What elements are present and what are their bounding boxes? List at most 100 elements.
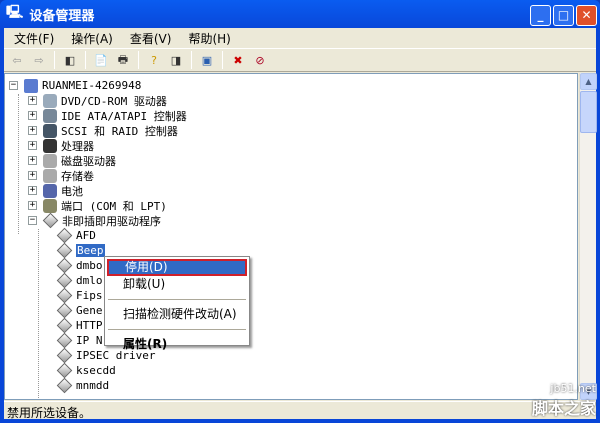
device-category-icon	[43, 108, 57, 123]
driver-icon	[56, 332, 73, 349]
device-category-icon	[43, 183, 57, 198]
expand-icon[interactable]: +	[28, 201, 37, 210]
driver-icon	[56, 272, 73, 289]
disable-icon[interactable]: ⊘	[251, 52, 269, 68]
vertical-scrollbar[interactable]: ▲ ▼	[579, 73, 597, 400]
expand-icon[interactable]: +	[28, 111, 37, 120]
tree-category[interactable]: + SCSI 和 RAID 控制器	[28, 123, 178, 138]
driver-icon	[56, 257, 73, 274]
properties-icon[interactable]: 📄	[92, 52, 110, 68]
tree-category[interactable]: + IDE ATA/ATAPI 控制器	[28, 108, 187, 123]
driver-icon	[56, 302, 73, 319]
tree-device[interactable]: HTTP	[56, 317, 103, 334]
scan-hardware-icon[interactable]: ▣	[198, 52, 216, 68]
driver-icon	[56, 317, 73, 334]
expand-icon[interactable]: +	[28, 96, 37, 105]
menu-file[interactable]: 文件(F)	[8, 30, 65, 47]
uninstall-icon[interactable]: ✖	[229, 52, 247, 68]
driver-icon	[56, 347, 73, 364]
expand-icon[interactable]: +	[28, 171, 37, 180]
collapse-icon[interactable]: −	[9, 81, 18, 90]
tree-device-label: ksecdd	[76, 364, 116, 377]
expand-icon[interactable]: +	[28, 126, 37, 135]
tree-category[interactable]: + 电池	[28, 183, 83, 198]
device-manager-window: 🖳 设备管理器 _ □ ✕ 文件(F) 操作(A) 查看(V) 帮助(H) ⇦ …	[0, 0, 600, 423]
menu-view[interactable]: 查看(V)	[124, 30, 183, 47]
tree-device[interactable]: ksecdd	[56, 362, 116, 379]
device-category-icon	[43, 198, 57, 213]
menu-item-scan-hardware[interactable]: 扫描检测硬件改动(A)	[107, 306, 247, 323]
tree-device[interactable]: AFD	[56, 227, 96, 244]
console-icon[interactable]: ◨	[167, 52, 185, 68]
tree-category[interactable]: + 存储卷	[28, 168, 94, 183]
tree-device-label: Beep	[76, 244, 105, 257]
tree-category[interactable]: + 处理器	[28, 138, 94, 153]
driver-icon	[56, 242, 73, 259]
tree-device-label: dmbo	[76, 259, 103, 272]
tree-category-label: 电池	[61, 184, 83, 198]
tree-root[interactable]: − RUANMEI-4269948	[9, 78, 141, 93]
menu-help[interactable]: 帮助(H)	[182, 30, 241, 47]
expand-icon[interactable]: +	[28, 186, 37, 195]
tree-category-label: IDE ATA/ATAPI 控制器	[61, 109, 187, 123]
driver-icon	[56, 227, 73, 244]
tree-device[interactable]: Beep	[56, 242, 105, 259]
tree-category-label: 磁盘驱动器	[61, 154, 116, 168]
tree-category-label: 处理器	[61, 139, 94, 153]
watermark-site: jb51.net	[550, 382, 596, 395]
minimize-button[interactable]: _	[530, 5, 551, 26]
tree-category[interactable]: + 磁盘驱动器	[28, 153, 116, 168]
tree-device-label: dmlo	[76, 274, 103, 287]
menu-action[interactable]: 操作(A)	[65, 30, 124, 47]
tree-root-label: RUANMEI-4269948	[42, 79, 142, 92]
collapse-icon[interactable]: −	[28, 216, 37, 225]
scroll-up-button[interactable]: ▲	[580, 73, 597, 90]
forward-icon[interactable]: ⇨	[30, 52, 48, 68]
tree-category-label: SCSI 和 RAID 控制器	[61, 124, 178, 138]
driver-icon	[56, 362, 73, 379]
tree-category[interactable]: + 端口 (COM 和 LPT)	[28, 198, 167, 213]
expand-icon[interactable]: +	[28, 141, 37, 150]
watermark: jb51.net 脚本之家	[532, 382, 596, 419]
device-category-icon	[43, 93, 57, 108]
title-bar: 🖳 设备管理器	[0, 0, 600, 28]
tree-device[interactable]: Gene	[56, 302, 103, 319]
tree-device[interactable]: IP N	[56, 332, 103, 349]
tree-category-label: 非即插即用驱动程序	[62, 214, 161, 228]
computer-icon	[24, 78, 38, 93]
close-button[interactable]: ✕	[576, 5, 597, 26]
device-tree: − RUANMEI-4269948 + DVD/CD-ROM 驱动器 + IDE AT…	[4, 73, 578, 400]
menu-separator	[108, 329, 246, 330]
maximize-button[interactable]: □	[553, 5, 574, 26]
context-menu: 停用(D) 卸载(U) 扫描检测硬件改动(A) 属性(R)	[104, 256, 250, 351]
tree-category[interactable]: + DVD/CD-ROM 驱动器	[28, 93, 167, 108]
menu-separator	[108, 299, 246, 300]
tree-category[interactable]: − 非即插即用驱动程序	[28, 212, 161, 229]
window-title: 设备管理器	[29, 8, 95, 24]
back-icon[interactable]: ⇦	[8, 52, 26, 68]
scroll-thumb[interactable]	[580, 91, 597, 133]
show-hide-tree-icon[interactable]: ◧	[61, 52, 79, 68]
tree-device-label: Fips	[76, 289, 103, 302]
driver-icon	[42, 212, 59, 229]
tree-device[interactable]: Fips	[56, 287, 103, 304]
device-category-icon	[43, 153, 57, 168]
menu-item-uninstall[interactable]: 卸载(U)	[107, 276, 247, 293]
tree-device-label: mnmdd	[76, 379, 110, 392]
tree-device-label: HTTP	[76, 319, 103, 332]
tree-device[interactable]: dmlo	[56, 272, 103, 289]
tree-device[interactable]: mnmdd	[56, 377, 110, 394]
menu-item-properties[interactable]: 属性(R)	[107, 336, 247, 353]
watermark-name: 脚本之家	[531, 399, 596, 418]
tree-device-label: AFD	[76, 229, 96, 242]
expand-icon[interactable]: +	[28, 156, 37, 165]
driver-icon	[56, 287, 73, 304]
help-icon[interactable]: ?	[145, 52, 163, 68]
print-icon[interactable]: 🖶	[114, 52, 132, 68]
status-bar: 禁用所选设备。	[4, 401, 596, 420]
tree-category-label: 存储卷	[61, 169, 94, 183]
menu-item-disable[interactable]: 停用(D)	[107, 259, 247, 276]
toolbar: ⇦ ⇨ ◧ 📄 🖶 ? ◨ ▣ ✖ ⊘	[4, 48, 596, 72]
device-category-icon	[43, 138, 57, 153]
tree-device[interactable]: dmbo	[56, 257, 103, 274]
